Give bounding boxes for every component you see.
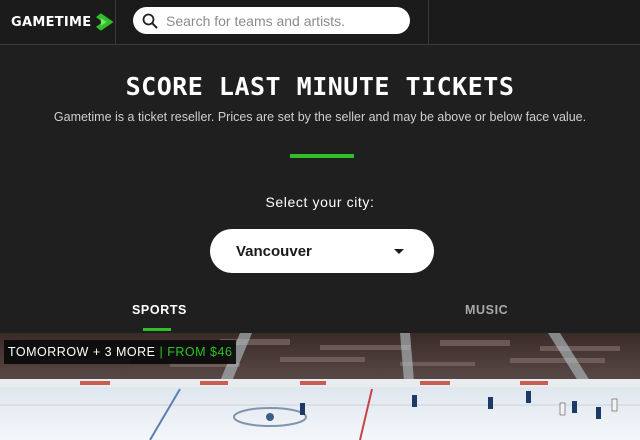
logo-text: GAMETIME (11, 14, 92, 30)
city-select-label: Select your city: (265, 194, 375, 210)
search-icon (142, 13, 158, 28)
header-divider (428, 0, 429, 44)
gametime-logo-icon (96, 13, 115, 31)
tab-music[interactable]: MUSIC (465, 303, 508, 317)
top-header: GAMETIME (0, 0, 640, 45)
page-headline: SCORE LAST MINUTE TICKETS (125, 72, 515, 101)
gametime-logo[interactable]: GAMETIME (0, 0, 116, 44)
city-dropdown[interactable]: Vancouver (210, 229, 434, 273)
reseller-disclaimer: Gametime is a ticket reseller. Prices ar… (53, 110, 587, 124)
chevron-down-icon (394, 248, 404, 254)
event-price: FROM $46 (167, 345, 233, 359)
active-tab-indicator (143, 328, 171, 331)
search-bar[interactable] (133, 7, 410, 34)
event-date-price-badge: TOMORROW + 3 MORE | FROM $46 (4, 340, 237, 364)
tab-sports[interactable]: SPORTS (132, 303, 187, 317)
badge-separator: | (159, 345, 164, 359)
search-input[interactable] (164, 11, 404, 30)
event-when: TOMORROW + 3 MORE (8, 345, 156, 359)
accent-divider (290, 154, 354, 158)
city-dropdown-value: Vancouver (236, 242, 312, 260)
